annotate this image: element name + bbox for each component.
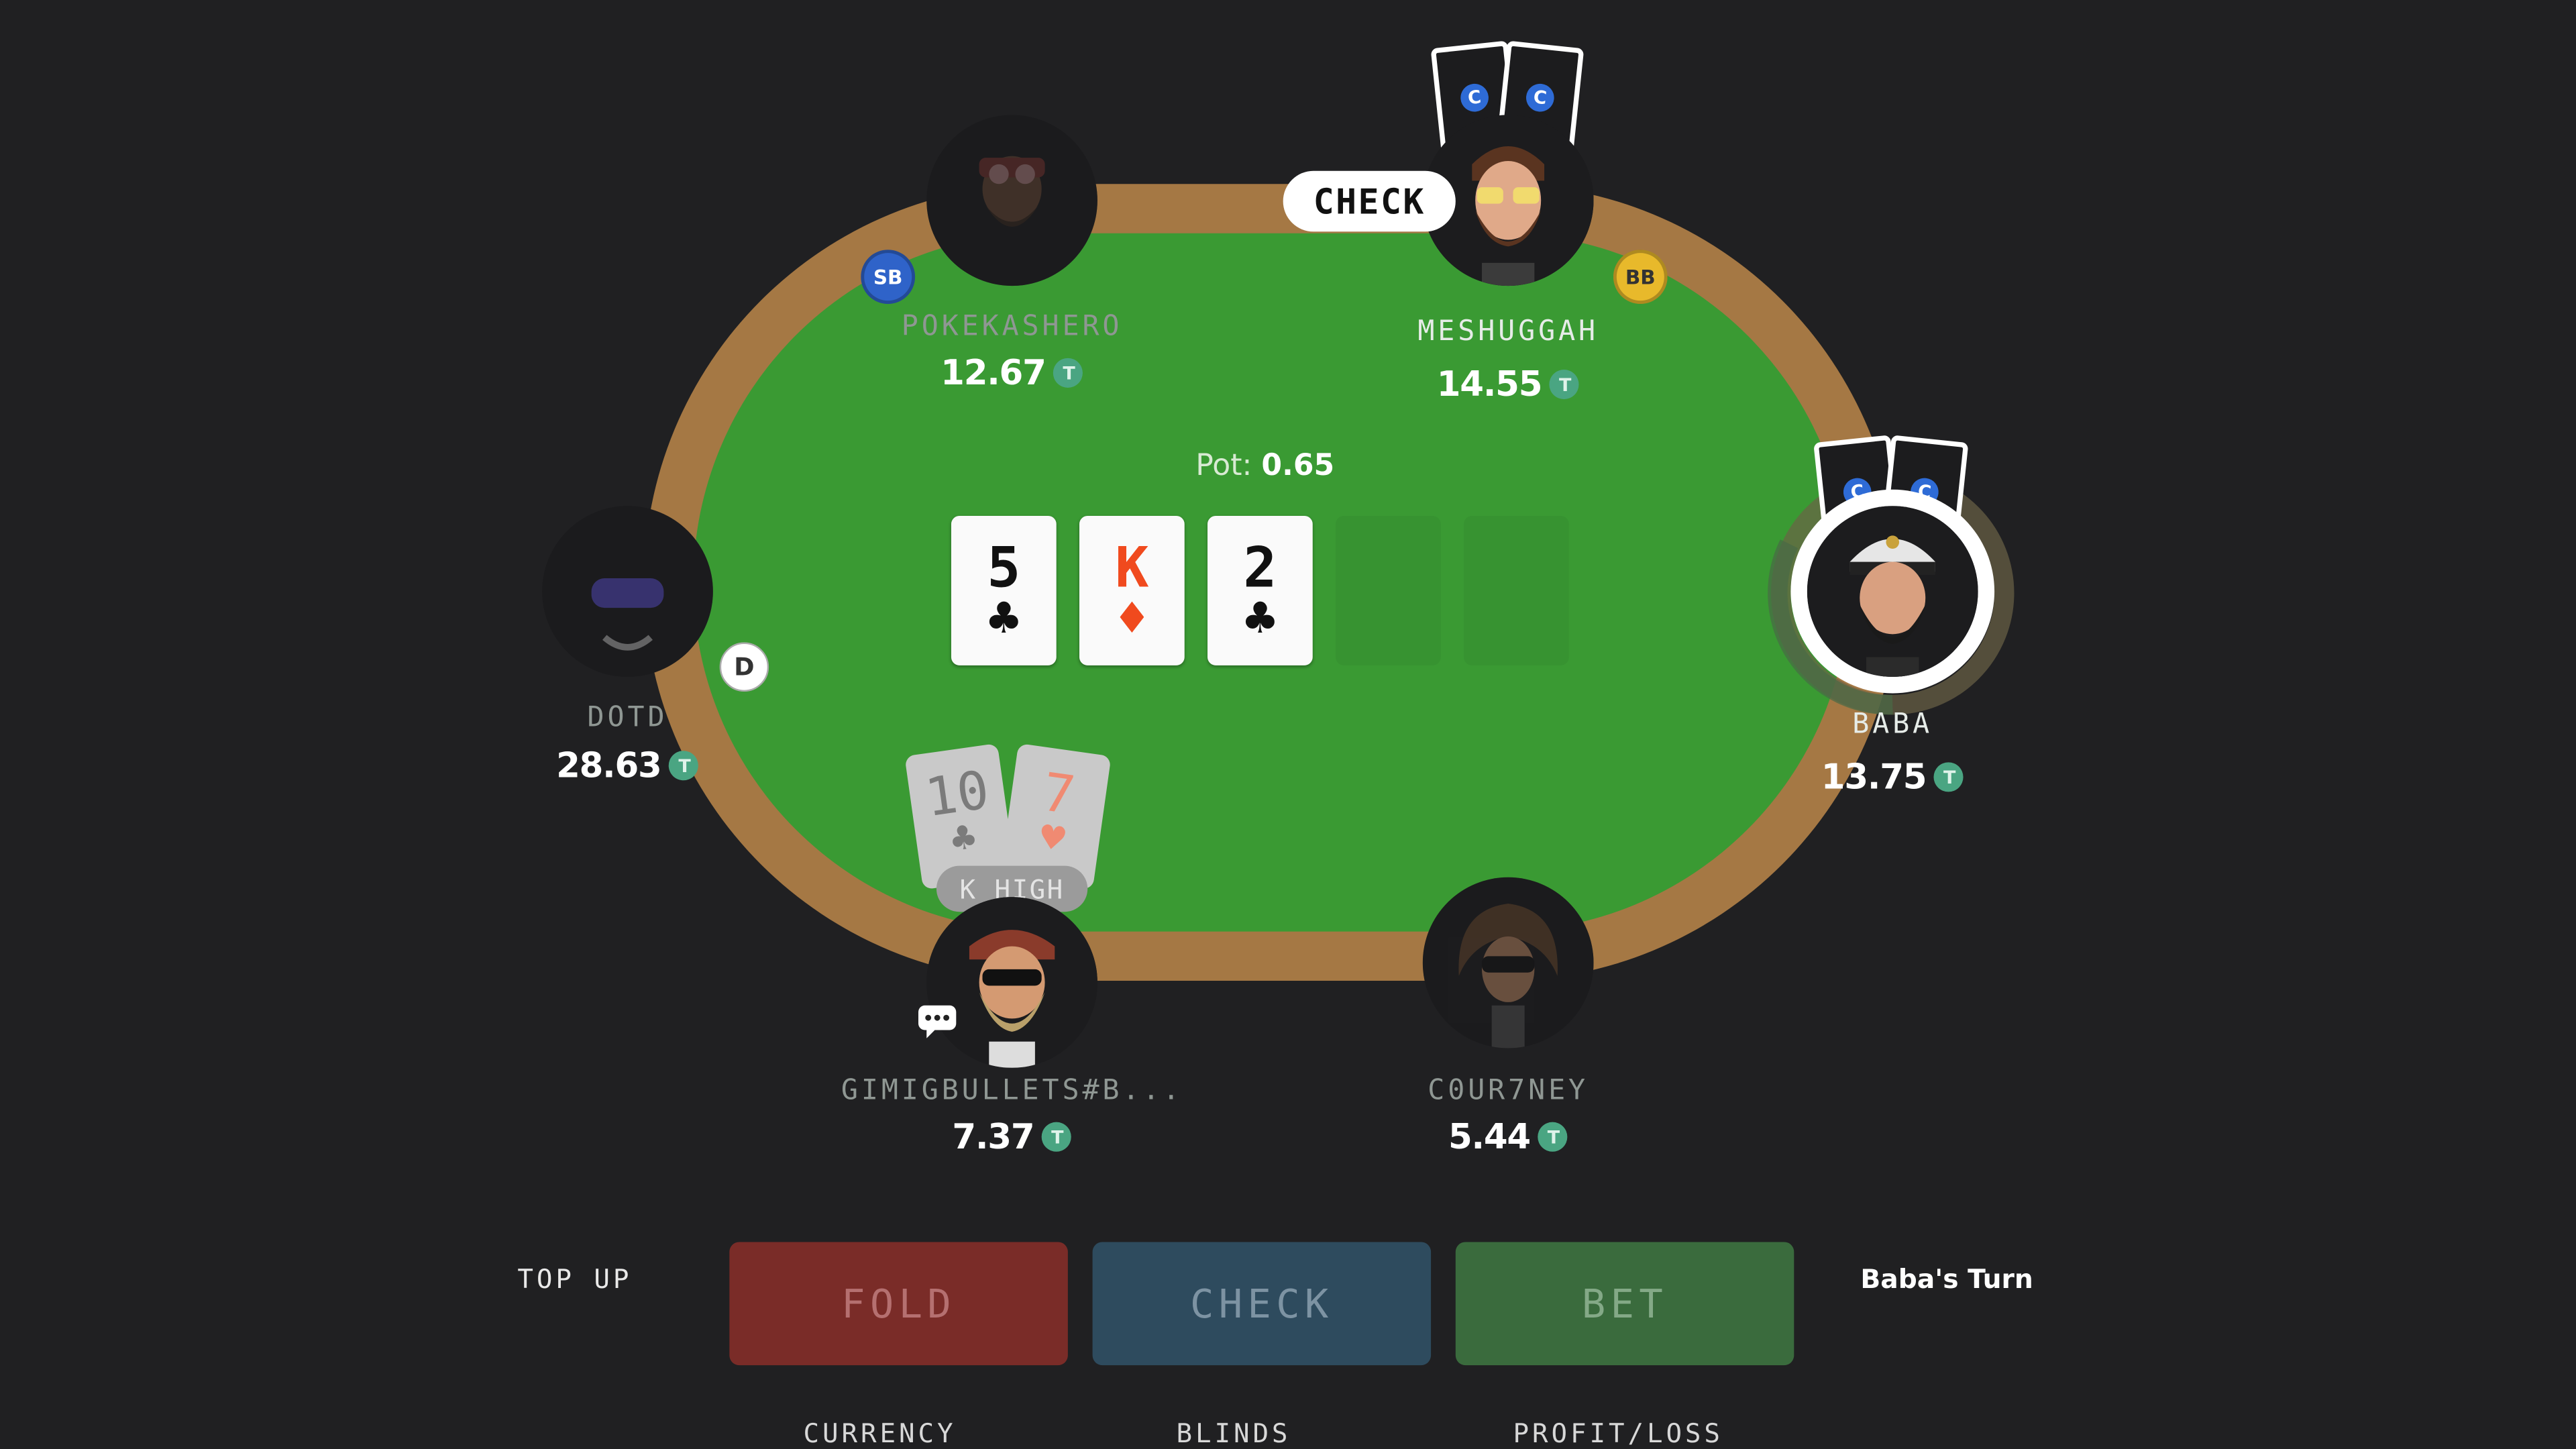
card-back-logo-icon: C	[1841, 476, 1873, 507]
player-name-dotd: DOTD	[587, 701, 668, 735]
pot-label: Pot:	[1195, 448, 1252, 484]
avatar-courtney[interactable]	[1422, 877, 1594, 1049]
pot-display: Pot: 0.65	[1150, 449, 1380, 483]
avatar-dotd[interactable]	[542, 506, 713, 677]
token-icon: T	[1550, 370, 1580, 400]
footer-currency-link[interactable]: CURRENCY	[804, 1417, 957, 1449]
stack-amount: 5.44	[1448, 1117, 1531, 1157]
avatar-hero[interactable]	[926, 897, 1097, 1068]
board-card-2: K ♦	[1079, 515, 1185, 665]
hero-card-rank: 10	[921, 758, 993, 829]
hero-face-icon	[926, 897, 1097, 1068]
token-icon: T	[1934, 762, 1964, 792]
player-name-pokekashero: POKEKASHERO	[901, 310, 1123, 343]
footer-profit-loss-link[interactable]: PROFIT/LOSS	[1513, 1417, 1723, 1449]
token-icon: T	[1538, 1122, 1568, 1152]
card-back-logo-icon: C	[1525, 81, 1556, 113]
hero-card-rank: 7	[1038, 760, 1079, 827]
stack-amount: 28.63	[556, 745, 662, 786]
token-icon: T	[669, 751, 699, 781]
player-name-meshuggah: MESHUGGAH	[1417, 315, 1599, 349]
courtney-face-icon	[1422, 877, 1594, 1049]
board-card-rank: K	[1115, 535, 1149, 602]
club-suit-icon: ♣	[946, 816, 981, 859]
player-stack-baba: 13.75 T	[1728, 757, 2057, 797]
fold-button[interactable]: FOLD	[729, 1242, 1068, 1366]
pokekashero-face-icon	[926, 115, 1097, 286]
board-card-1: 5 ♣	[951, 515, 1057, 665]
bet-button[interactable]: BET	[1455, 1242, 1794, 1366]
player-action-bubble: CHECK	[1283, 170, 1456, 232]
stack-amount: 7.37	[952, 1117, 1034, 1157]
board-empty-slot-turn	[1336, 515, 1441, 665]
big-blind-badge: BB	[1613, 250, 1668, 305]
small-blind-badge: SB	[861, 250, 916, 305]
player-name-hero: GIMIGBULLETS#B...	[841, 1074, 1183, 1108]
dealer-button: D	[719, 642, 769, 692]
player-name-courtney: C0UR7NEY	[1428, 1074, 1589, 1108]
pot-value: 0.65	[1261, 448, 1335, 484]
diamond-suit-icon: ♦	[1112, 594, 1151, 645]
chat-icon[interactable]	[917, 1004, 958, 1038]
avatar-pokekashero[interactable]	[926, 115, 1097, 286]
board-card-rank: 2	[1243, 535, 1277, 602]
player-stack-courtney: 5.44 T	[1344, 1117, 1672, 1157]
avatar-baba[interactable]	[1807, 506, 1978, 677]
token-icon: T	[1053, 358, 1084, 388]
board-card-3: 2 ♣	[1208, 515, 1313, 665]
check-button[interactable]: CHECK	[1092, 1242, 1432, 1366]
player-stack-dotd: 28.63 T	[464, 746, 792, 786]
token-icon: T	[1042, 1122, 1072, 1152]
board-card-rank: 5	[987, 535, 1021, 602]
baba-face-icon	[1807, 506, 1978, 677]
player-stack-hero: 7.37 T	[848, 1117, 1177, 1157]
turn-indicator: Baba's Turn	[1860, 1263, 2033, 1295]
card-back-logo-icon: C	[1909, 476, 1940, 507]
dotd-face-icon	[542, 506, 713, 677]
stack-amount: 12.67	[941, 353, 1046, 393]
stack-amount: 14.55	[1436, 364, 1543, 405]
club-suit-icon: ♣	[984, 594, 1023, 645]
board-empty-slot-river	[1464, 515, 1569, 665]
player-name-baba: BABA	[1852, 708, 1933, 741]
top-up-button[interactable]: TOP UP	[517, 1263, 649, 1295]
stack-amount: 13.75	[1821, 757, 1927, 797]
footer-blinds-link[interactable]: BLINDS	[1176, 1417, 1291, 1449]
poker-stage: Pot: 0.65 5 ♣ K ♦ 2 ♣ SB POKEKASHERO 12.…	[0, 0, 2576, 1449]
heart-suit-icon: ♥	[1035, 816, 1070, 859]
player-stack-meshuggah: 14.55 T	[1344, 364, 1672, 405]
club-suit-icon: ♣	[1240, 594, 1279, 645]
card-back-logo-icon: C	[1459, 81, 1490, 113]
player-stack-pokekashero: 12.67 T	[848, 353, 1177, 393]
